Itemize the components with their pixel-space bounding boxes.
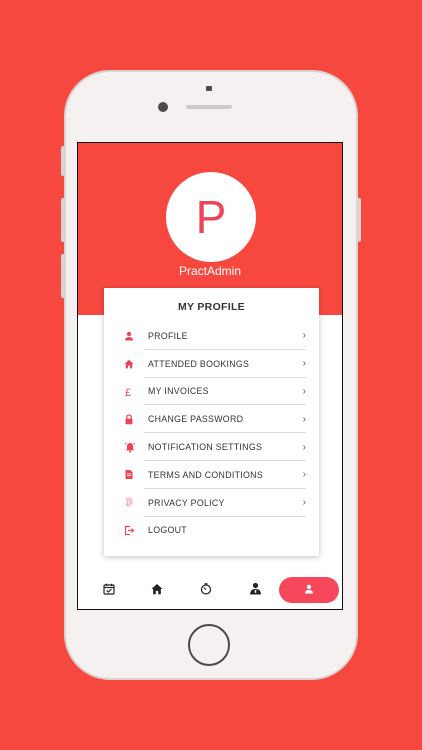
chevron-right-icon: › xyxy=(302,413,306,425)
menu-item-label: NOTIFICATION SETTINGS xyxy=(148,442,263,453)
person-icon xyxy=(304,581,314,599)
avatar[interactable]: P xyxy=(166,172,256,262)
logout-icon xyxy=(122,523,148,537)
phone-sensor xyxy=(206,86,212,91)
profile-menu-card: MY PROFILE PROFILE › ATTENDED BOOKINGS › xyxy=(104,288,319,556)
chevron-right-icon: › xyxy=(302,497,306,509)
phone-speaker xyxy=(186,105,232,109)
menu-item-terms-and-conditions[interactable]: TERMS AND CONDITIONS › xyxy=(122,461,306,489)
fingerprint-icon xyxy=(122,496,148,510)
app-screen: P PractAdmin MY PROFILE PROFILE › ATTEND… xyxy=(77,142,343,610)
home-icon xyxy=(151,582,163,600)
lock-icon xyxy=(122,412,148,426)
chevron-right-icon: › xyxy=(302,441,306,453)
nav-home[interactable] xyxy=(142,578,172,604)
menu-item-logout[interactable]: LOGOUT xyxy=(122,517,306,545)
menu-item-label: ATTENDED BOOKINGS xyxy=(148,358,250,369)
calendar-check-icon xyxy=(103,582,115,600)
menu-item-label: TERMS AND CONDITIONS xyxy=(148,469,263,480)
chevron-right-icon: › xyxy=(302,358,306,370)
document-icon xyxy=(122,468,148,482)
bottom-nav xyxy=(78,575,342,609)
timer-icon xyxy=(200,582,212,600)
nav-timer[interactable] xyxy=(191,578,221,604)
chevron-right-icon: › xyxy=(302,469,306,481)
menu-item-label: CHANGE PASSWORD xyxy=(148,414,244,425)
person-icon xyxy=(122,329,148,343)
phone-camera xyxy=(158,102,168,112)
menu-item-profile[interactable]: PROFILE › xyxy=(122,322,306,350)
menu-item-change-password[interactable]: CHANGE PASSWORD › xyxy=(122,405,306,434)
menu-item-label: MY INVOICES xyxy=(148,386,209,397)
menu-item-label: PRIVACY POLICY xyxy=(148,497,225,508)
nav-profile[interactable] xyxy=(279,577,339,603)
pound-icon: £ xyxy=(122,384,148,398)
card-title: MY PROFILE xyxy=(178,301,245,313)
menu-item-label: PROFILE xyxy=(148,330,188,341)
phone-home-button xyxy=(188,624,230,666)
svg-text:£: £ xyxy=(125,387,131,397)
practitioner-icon xyxy=(249,582,262,600)
menu-item-label: LOGOUT xyxy=(148,525,187,536)
menu-item-privacy-policy[interactable]: PRIVACY POLICY › xyxy=(122,489,306,517)
home-icon xyxy=(122,357,148,371)
menu-item-notification-settings[interactable]: NOTIFICATION SETTINGS › xyxy=(122,433,306,461)
avatar-letter: P xyxy=(195,191,227,243)
bell-icon xyxy=(122,440,148,454)
menu-item-my-invoices[interactable]: £ MY INVOICES › xyxy=(122,378,306,406)
menu-item-attended-bookings[interactable]: ATTENDED BOOKINGS › xyxy=(122,350,306,378)
chevron-right-icon: › xyxy=(302,330,306,342)
nav-bookings[interactable] xyxy=(94,578,124,604)
profile-menu: PROFILE › ATTENDED BOOKINGS › £ MY INVOI… xyxy=(122,322,306,544)
chevron-right-icon: › xyxy=(302,385,306,397)
username: PractAdmin xyxy=(178,264,242,278)
nav-practitioner[interactable] xyxy=(240,578,270,604)
